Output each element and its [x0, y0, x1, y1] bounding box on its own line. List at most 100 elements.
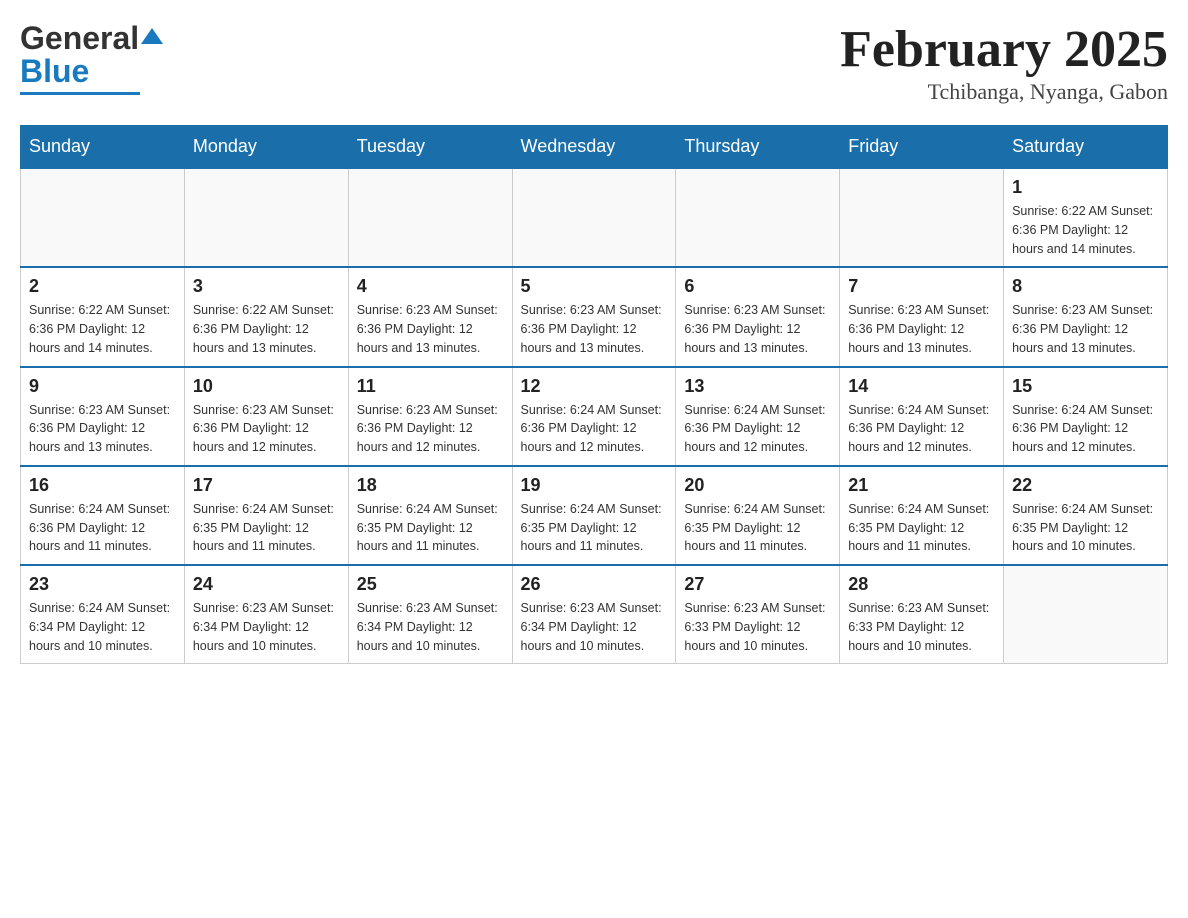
logo-triangle-icon: [141, 26, 163, 46]
page-header: General Blue February 2025 Tchibanga, Ny…: [20, 20, 1168, 105]
day-info: Sunrise: 6:23 AM Sunset: 6:34 PM Dayligh…: [193, 599, 340, 655]
week-row-5: 23 Sunrise: 6:24 AM Sunset: 6:34 PM Dayli…: [21, 565, 1168, 664]
logo-blue: Blue: [20, 53, 89, 90]
table-row: 25 Sunrise: 6:23 AM Sunset: 6:34 PM Dayli…: [348, 565, 512, 664]
week-row-2: 2 Sunrise: 6:22 AM Sunset: 6:36 PM Daylig…: [21, 267, 1168, 366]
day-info: Sunrise: 6:23 AM Sunset: 6:33 PM Dayligh…: [684, 599, 831, 655]
day-info: Sunrise: 6:24 AM Sunset: 6:36 PM Dayligh…: [1012, 401, 1159, 457]
header-sunday: Sunday: [21, 126, 185, 169]
day-info: Sunrise: 6:22 AM Sunset: 6:36 PM Dayligh…: [193, 301, 340, 357]
day-info: Sunrise: 6:24 AM Sunset: 6:35 PM Dayligh…: [521, 500, 668, 556]
table-row: [512, 168, 676, 267]
table-row: 14 Sunrise: 6:24 AM Sunset: 6:36 PM Dayli…: [840, 367, 1004, 466]
table-row: 11 Sunrise: 6:23 AM Sunset: 6:36 PM Dayli…: [348, 367, 512, 466]
header-monday: Monday: [184, 126, 348, 169]
table-row: 16Sunrise: 6:24 AM Sunset: 6:36 PM Dayli…: [21, 466, 185, 565]
day-number: 27: [684, 574, 831, 595]
table-row: [1004, 565, 1168, 664]
day-info: Sunrise: 6:23 AM Sunset: 6:36 PM Dayligh…: [1012, 301, 1159, 357]
week-row-3: 9 Sunrise: 6:23 AM Sunset: 6:36 PM Daylig…: [21, 367, 1168, 466]
day-number: 26: [521, 574, 668, 595]
calendar-subtitle: Tchibanga, Nyanga, Gabon: [840, 79, 1168, 105]
table-row: 20 Sunrise: 6:24 AM Sunset: 6:35 PM Dayli…: [676, 466, 840, 565]
day-info: Sunrise: 6:24 AM Sunset: 6:36 PM Dayligh…: [684, 401, 831, 457]
day-info: Sunrise: 6:24 AM Sunset: 6:36 PM Dayligh…: [29, 500, 176, 556]
header-thursday: Thursday: [676, 126, 840, 169]
table-row: 6 Sunrise: 6:23 AM Sunset: 6:36 PM Daylig…: [676, 267, 840, 366]
day-number: 17: [193, 475, 340, 496]
calendar-title: February 2025: [840, 20, 1168, 79]
header-tuesday: Tuesday: [348, 126, 512, 169]
day-number: 13: [684, 376, 831, 397]
table-row: 15Sunrise: 6:24 AM Sunset: 6:36 PM Dayli…: [1004, 367, 1168, 466]
table-row: 18 Sunrise: 6:24 AM Sunset: 6:35 PM Dayli…: [348, 466, 512, 565]
week-row-4: 16Sunrise: 6:24 AM Sunset: 6:36 PM Dayli…: [21, 466, 1168, 565]
table-row: 3 Sunrise: 6:22 AM Sunset: 6:36 PM Daylig…: [184, 267, 348, 366]
day-number: 9: [29, 376, 176, 397]
table-row: 8Sunrise: 6:23 AM Sunset: 6:36 PM Daylig…: [1004, 267, 1168, 366]
table-row: 27 Sunrise: 6:23 AM Sunset: 6:33 PM Dayli…: [676, 565, 840, 664]
day-number: 18: [357, 475, 504, 496]
day-number: 4: [357, 276, 504, 297]
table-row: 17 Sunrise: 6:24 AM Sunset: 6:35 PM Dayli…: [184, 466, 348, 565]
day-info: Sunrise: 6:23 AM Sunset: 6:36 PM Dayligh…: [357, 301, 504, 357]
day-number: 10: [193, 376, 340, 397]
table-row: [348, 168, 512, 267]
table-row: 22 Sunrise: 6:24 AM Sunset: 6:35 PM Dayli…: [1004, 466, 1168, 565]
table-row: [676, 168, 840, 267]
day-number: 6: [684, 276, 831, 297]
day-info: Sunrise: 6:22 AM Sunset: 6:36 PM Dayligh…: [29, 301, 176, 357]
table-row: 21 Sunrise: 6:24 AM Sunset: 6:35 PM Dayli…: [840, 466, 1004, 565]
header-saturday: Saturday: [1004, 126, 1168, 169]
day-info: Sunrise: 6:24 AM Sunset: 6:36 PM Dayligh…: [848, 401, 995, 457]
table-row: 1 Sunrise: 6:22 AM Sunset: 6:36 PM Daylig…: [1004, 168, 1168, 267]
day-number: 19: [521, 475, 668, 496]
table-row: 7Sunrise: 6:23 AM Sunset: 6:36 PM Daylig…: [840, 267, 1004, 366]
day-number: 25: [357, 574, 504, 595]
week-row-1: 1 Sunrise: 6:22 AM Sunset: 6:36 PM Daylig…: [21, 168, 1168, 267]
day-number: 11: [357, 376, 504, 397]
day-info: Sunrise: 6:23 AM Sunset: 6:36 PM Dayligh…: [29, 401, 176, 457]
day-info: Sunrise: 6:22 AM Sunset: 6:36 PM Dayligh…: [1012, 202, 1159, 258]
day-info: Sunrise: 6:24 AM Sunset: 6:34 PM Dayligh…: [29, 599, 176, 655]
day-number: 24: [193, 574, 340, 595]
day-info: Sunrise: 6:23 AM Sunset: 6:36 PM Dayligh…: [521, 301, 668, 357]
table-row: [21, 168, 185, 267]
day-number: 21: [848, 475, 995, 496]
day-info: Sunrise: 6:24 AM Sunset: 6:36 PM Dayligh…: [521, 401, 668, 457]
logo-underline: [20, 92, 140, 95]
title-block: February 2025 Tchibanga, Nyanga, Gabon: [840, 20, 1168, 105]
day-number: 20: [684, 475, 831, 496]
day-number: 5: [521, 276, 668, 297]
table-row: 26 Sunrise: 6:23 AM Sunset: 6:34 PM Dayli…: [512, 565, 676, 664]
table-row: 10 Sunrise: 6:23 AM Sunset: 6:36 PM Dayli…: [184, 367, 348, 466]
day-info: Sunrise: 6:23 AM Sunset: 6:36 PM Dayligh…: [684, 301, 831, 357]
table-row: 4 Sunrise: 6:23 AM Sunset: 6:36 PM Daylig…: [348, 267, 512, 366]
table-row: 28Sunrise: 6:23 AM Sunset: 6:33 PM Dayli…: [840, 565, 1004, 664]
day-info: Sunrise: 6:23 AM Sunset: 6:36 PM Dayligh…: [193, 401, 340, 457]
day-number: 23: [29, 574, 176, 595]
day-number: 12: [521, 376, 668, 397]
day-info: Sunrise: 6:24 AM Sunset: 6:35 PM Dayligh…: [357, 500, 504, 556]
day-number: 14: [848, 376, 995, 397]
day-info: Sunrise: 6:23 AM Sunset: 6:34 PM Dayligh…: [521, 599, 668, 655]
day-info: Sunrise: 6:24 AM Sunset: 6:35 PM Dayligh…: [684, 500, 831, 556]
day-number: 3: [193, 276, 340, 297]
day-info: Sunrise: 6:24 AM Sunset: 6:35 PM Dayligh…: [1012, 500, 1159, 556]
day-number: 1: [1012, 177, 1159, 198]
table-row: 24 Sunrise: 6:23 AM Sunset: 6:34 PM Dayli…: [184, 565, 348, 664]
day-number: 2: [29, 276, 176, 297]
day-info: Sunrise: 6:24 AM Sunset: 6:35 PM Dayligh…: [193, 500, 340, 556]
day-info: Sunrise: 6:23 AM Sunset: 6:36 PM Dayligh…: [357, 401, 504, 457]
table-row: [840, 168, 1004, 267]
calendar-table: Sunday Monday Tuesday Wednesday Thursday…: [20, 125, 1168, 664]
day-number: 22: [1012, 475, 1159, 496]
day-info: Sunrise: 6:23 AM Sunset: 6:33 PM Dayligh…: [848, 599, 995, 655]
day-info: Sunrise: 6:23 AM Sunset: 6:34 PM Dayligh…: [357, 599, 504, 655]
table-row: [184, 168, 348, 267]
weekday-header-row: Sunday Monday Tuesday Wednesday Thursday…: [21, 126, 1168, 169]
header-wednesday: Wednesday: [512, 126, 676, 169]
table-row: 13 Sunrise: 6:24 AM Sunset: 6:36 PM Dayli…: [676, 367, 840, 466]
table-row: 23 Sunrise: 6:24 AM Sunset: 6:34 PM Dayli…: [21, 565, 185, 664]
day-info: Sunrise: 6:24 AM Sunset: 6:35 PM Dayligh…: [848, 500, 995, 556]
